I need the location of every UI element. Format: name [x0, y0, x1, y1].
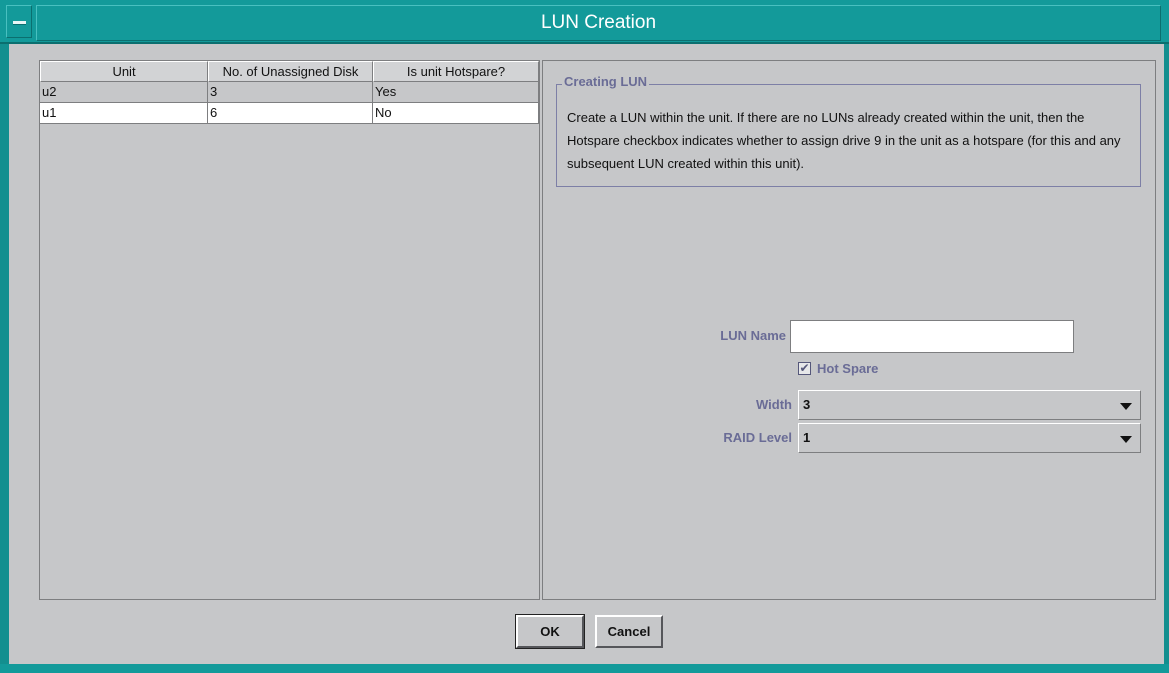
raid-level-select[interactable]: 1	[798, 423, 1141, 453]
chevron-down-icon[interactable]	[1120, 403, 1132, 410]
column-header-unit[interactable]: Unit	[40, 61, 208, 82]
raid-level-label: RAID Level	[723, 430, 792, 445]
cell-unit: u2	[40, 82, 208, 103]
window-border-right[interactable]	[1164, 44, 1169, 673]
table-header: Unit No. of Unassigned Disk Is unit Hots…	[40, 61, 539, 82]
raid-level-value: 1	[803, 430, 811, 445]
cell-unassigned-disk: 6	[208, 103, 373, 124]
creating-lun-description: Create a LUN within the unit. If there a…	[567, 110, 1121, 171]
window-menu-icon	[13, 21, 26, 25]
cell-hotspare: No	[373, 103, 539, 124]
cell-hotspare: Yes	[373, 82, 539, 103]
lun-name-input[interactable]	[790, 320, 1074, 353]
column-header-hotspare[interactable]: Is unit Hotspare?	[373, 61, 539, 82]
lun-name-label: LUN Name	[720, 328, 786, 343]
ok-button[interactable]: OK	[515, 614, 585, 649]
hot-spare-checkbox[interactable]: ✔	[798, 362, 811, 375]
cell-unit: u1	[40, 103, 208, 124]
unit-table[interactable]: Unit No. of Unassigned Disk Is unit Hots…	[39, 60, 540, 600]
cancel-button[interactable]: Cancel	[595, 615, 663, 648]
cell-unassigned-disk: 3	[208, 82, 373, 103]
width-value: 3	[803, 397, 811, 412]
chevron-down-icon[interactable]	[1120, 436, 1132, 443]
creating-lun-title: Creating LUN	[562, 74, 650, 89]
window-title: LUN Creation	[540, 12, 657, 33]
table-row[interactable]: u1 6 No	[40, 103, 539, 124]
window-menu-button[interactable]	[6, 5, 32, 38]
window-border-bottom[interactable]	[0, 664, 1169, 673]
hot-spare-label[interactable]: Hot Spare	[817, 361, 878, 376]
width-select[interactable]: 3	[798, 390, 1141, 420]
title-bar[interactable]: LUN Creation	[0, 0, 1169, 44]
title-area[interactable]: LUN Creation	[36, 5, 1161, 41]
lun-creation-dialog: LUN Creation Unit No. of Unassigned Disk…	[0, 0, 1169, 673]
table-row[interactable]: u2 3 Yes	[40, 82, 539, 103]
width-label: Width	[756, 397, 792, 412]
column-header-unassigned-disk[interactable]: No. of Unassigned Disk	[208, 61, 373, 82]
window-border-left[interactable]	[0, 44, 9, 673]
